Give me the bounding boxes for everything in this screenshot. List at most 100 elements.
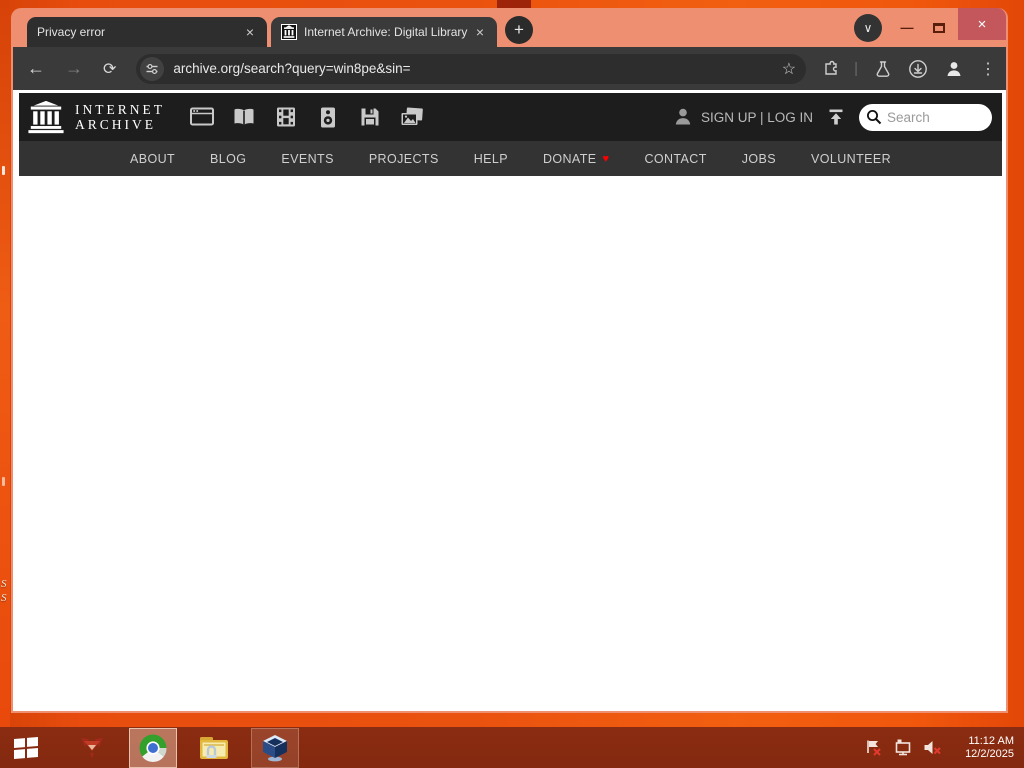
taskbar-clock[interactable]: 11:12 AM 12/2/2025 xyxy=(965,735,1014,761)
new-tab-button[interactable]: + xyxy=(505,16,533,44)
internet-archive-header: INTERNET ARCHIVE SIGN UP | LOG IN Search xyxy=(19,93,1002,141)
nav-donate[interactable]: DONATE ♥ xyxy=(543,152,610,166)
site-info-button[interactable] xyxy=(140,56,165,81)
nav-help[interactable]: HELP xyxy=(474,152,508,166)
network-icon xyxy=(895,739,911,756)
window-controls: ∨ — × xyxy=(854,8,1006,47)
speaker-muted-icon xyxy=(924,741,941,755)
extensions-puzzle-icon xyxy=(825,60,837,75)
header-account-area: SIGN UP | LOG IN xyxy=(673,103,992,131)
media-tab-software[interactable] xyxy=(358,106,383,128)
tab-title: Internet Archive: Digital Library xyxy=(304,25,468,39)
red-app-icon xyxy=(81,737,103,758)
media-tab-video[interactable] xyxy=(274,106,299,128)
signup-login-link[interactable]: SIGN UP | LOG IN xyxy=(701,110,813,125)
taskbar-virtualbox-button[interactable] xyxy=(251,727,299,768)
forward-button[interactable]: → xyxy=(65,58,83,79)
tray-action-center-button[interactable] xyxy=(865,739,882,756)
downloads-button[interactable] xyxy=(908,59,928,79)
desktop-icon-label-fragment xyxy=(2,166,5,175)
wordmark-line1: INTERNET xyxy=(75,102,165,117)
file-explorer-icon xyxy=(200,736,228,759)
nav-projects[interactable]: PROJECTS xyxy=(369,152,439,166)
virtualbox-icon xyxy=(263,734,287,761)
tab-search-button[interactable]: ∨ xyxy=(854,13,882,42)
nav-contact[interactable]: CONTACT xyxy=(644,152,706,166)
labs-button[interactable] xyxy=(874,60,892,78)
search-input[interactable] xyxy=(887,109,984,125)
flask-icon xyxy=(876,60,890,77)
media-tab-texts[interactable] xyxy=(232,106,257,128)
profile-button[interactable] xyxy=(944,59,964,79)
page-viewport: INTERNET ARCHIVE SIGN UP | LOG IN Search… xyxy=(13,90,1006,711)
taskbar-red-app-button[interactable] xyxy=(68,728,116,768)
tab-internet-archive[interactable]: Internet Archive: Digital Library × xyxy=(271,17,497,47)
clock-time: 11:12 AM xyxy=(968,734,1014,747)
browser-app-icon xyxy=(139,734,167,762)
media-type-tabs xyxy=(190,106,425,128)
tune-icon xyxy=(146,63,158,74)
extensions-button[interactable] xyxy=(822,60,840,78)
avatar-icon xyxy=(947,61,961,76)
window-close-button[interactable]: × xyxy=(958,8,1006,40)
software-floppy-icon xyxy=(361,108,379,126)
system-tray: 11:12 AM 12/2/2025 xyxy=(865,735,1024,761)
wallpaper-stripe xyxy=(0,0,10,768)
upload-icon xyxy=(829,109,843,125)
audio-speaker-icon xyxy=(321,107,336,127)
tab-strip: Privacy error × Internet Archive: Digita… xyxy=(13,8,1006,47)
download-icon xyxy=(909,59,927,78)
maximize-button[interactable] xyxy=(926,22,952,33)
nav-events[interactable]: EVENTS xyxy=(281,152,333,166)
desktop: S S Privacy error × Internet Archive: Di… xyxy=(0,0,1024,768)
browser-toolbar: ← → ⟳ archive.org/search?query=win8pe&si… xyxy=(13,47,1006,90)
desktop-icon-label-fragment: S xyxy=(1,578,7,590)
start-button[interactable] xyxy=(2,728,50,768)
web-icon xyxy=(190,107,215,126)
internet-archive-favicon-icon xyxy=(281,24,297,40)
bookmark-star-icon[interactable]: ☆ xyxy=(782,59,796,79)
person-icon xyxy=(675,108,691,125)
desktop-icon-label-fragment: S xyxy=(1,592,7,604)
media-tab-images[interactable] xyxy=(400,106,425,128)
toolbar-divider: | xyxy=(854,60,858,77)
video-film-icon xyxy=(277,107,296,127)
nav-donate-label: DONATE xyxy=(542,151,597,166)
taskbar: 11:12 AM 12/2/2025 xyxy=(0,727,1024,768)
address-bar[interactable]: archive.org/search?query=win8pe&sin= ☆ xyxy=(136,53,807,84)
url-text[interactable]: archive.org/search?query=win8pe&sin= xyxy=(173,61,781,76)
tray-network-button[interactable] xyxy=(893,739,912,756)
reload-button[interactable]: ⟳ xyxy=(103,59,116,79)
minimize-button[interactable]: — xyxy=(894,20,920,35)
browser-menu-button[interactable]: ⋮ xyxy=(980,59,996,79)
flag-alert-icon xyxy=(867,740,881,756)
texts-book-icon xyxy=(234,108,254,125)
nav-jobs[interactable]: JOBS xyxy=(742,152,776,166)
nav-about[interactable]: ABOUT xyxy=(130,152,175,166)
search-icon xyxy=(867,110,882,125)
maximize-icon xyxy=(933,22,945,33)
back-button[interactable]: ← xyxy=(27,58,45,79)
close-tab-icon[interactable]: × xyxy=(471,23,489,41)
nav-blog[interactable]: BLOG xyxy=(210,152,246,166)
clock-date: 12/2/2025 xyxy=(965,747,1014,760)
internet-archive-nav: ABOUT BLOG EVENTS PROJECTS HELP DONATE ♥ … xyxy=(19,141,1002,176)
tray-volume-button[interactable] xyxy=(923,739,942,756)
desktop-icon-label-fragment xyxy=(2,477,5,486)
taskbar-file-explorer-button[interactable] xyxy=(190,728,238,768)
browser-window: Privacy error × Internet Archive: Digita… xyxy=(11,8,1008,713)
windows-logo-icon xyxy=(14,736,38,759)
media-tab-web[interactable] xyxy=(190,106,215,128)
tab-title: Privacy error xyxy=(37,25,106,39)
wordmark-line2: ARCHIVE xyxy=(75,117,156,132)
upload-button[interactable] xyxy=(827,108,845,126)
internet-archive-logo-icon[interactable] xyxy=(27,100,65,134)
internet-archive-wordmark[interactable]: INTERNET ARCHIVE xyxy=(75,102,165,132)
taskbar-browser-button[interactable] xyxy=(129,727,177,768)
heart-icon: ♥ xyxy=(602,152,610,165)
nav-volunteer[interactable]: VOLUNTEER xyxy=(811,152,891,166)
close-tab-icon[interactable]: × xyxy=(241,23,259,41)
site-search-box[interactable] xyxy=(859,103,992,131)
media-tab-audio[interactable] xyxy=(316,106,341,128)
tab-privacy-error[interactable]: Privacy error × xyxy=(27,17,267,47)
